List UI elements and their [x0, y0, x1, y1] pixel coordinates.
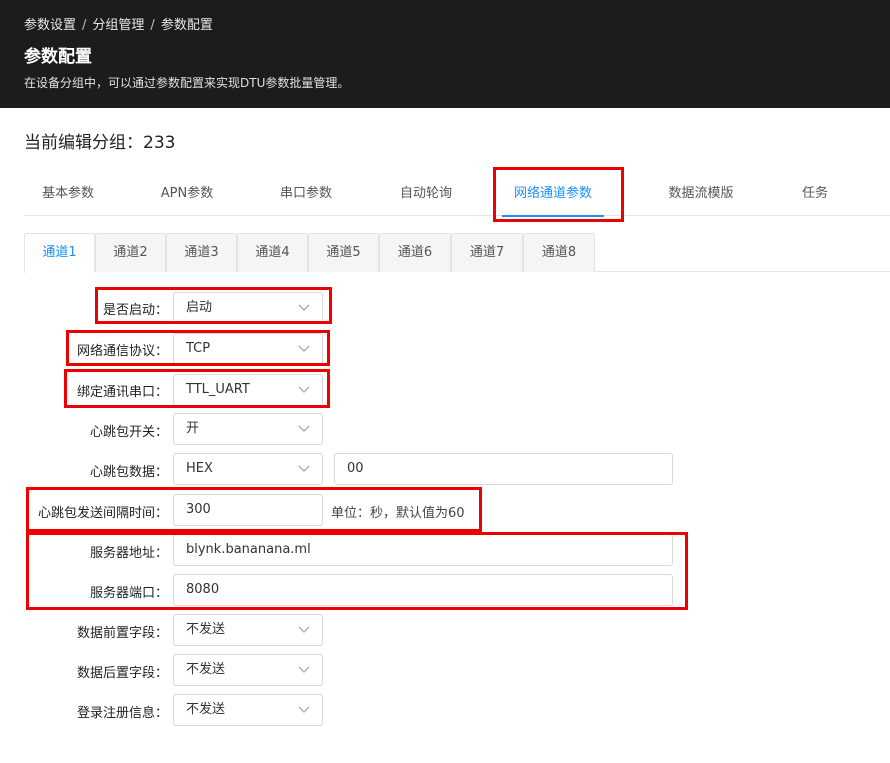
data-prefix-select[interactable]: 不发送	[173, 614, 323, 646]
breadcrumb-separator: /	[150, 18, 155, 33]
heartbeat-data-input-value: 00	[347, 461, 364, 476]
highlight-serial-row	[64, 369, 330, 408]
breadcrumb: 参数设置 / 分组管理 / 参数配置	[24, 14, 213, 33]
current-group-label: 当前编辑分组：	[24, 133, 143, 153]
tab-channel-2[interactable]: 通道2	[95, 233, 166, 272]
tab-serial-params[interactable]: 串口参数	[262, 172, 350, 216]
page-header: 参数设置 / 分组管理 / 参数配置 参数配置 在设备分组中，可以通过参数配置来实现DT…	[0, 0, 890, 108]
breadcrumb-item-settings[interactable]: 参数设置	[24, 18, 76, 33]
chevron-down-icon	[298, 666, 310, 673]
data-prefix-label: 数据前置字段：	[76, 626, 168, 641]
tab-channel-4[interactable]: 通道4	[237, 233, 308, 272]
heartbeat-data-input[interactable]: 00	[334, 453, 673, 485]
breadcrumb-separator: /	[82, 18, 87, 33]
highlight-network-tab	[493, 167, 624, 222]
tab-tasks[interactable]: 任务	[784, 172, 846, 216]
breadcrumb-item-groups[interactable]: 分组管理	[92, 18, 144, 33]
tab-channel-1[interactable]: 通道1	[24, 233, 95, 273]
current-group-value: 233	[143, 133, 176, 153]
login-info-select[interactable]: 不发送	[173, 694, 323, 726]
tab-datastream-template[interactable]: 数据流模版	[651, 172, 751, 216]
heartbeat-data-label: 心跳包数据：	[89, 465, 168, 480]
data-prefix-select-value: 不发送	[186, 622, 226, 637]
tab-apn-params[interactable]: APN参数	[144, 172, 230, 216]
main-tabs: 基本参数 APN参数 串口参数 自动轮询 网络通道参数 数据流模版 任务	[24, 172, 890, 217]
tab-channel-6[interactable]: 通道6	[379, 233, 451, 272]
current-group-title: 当前编辑分组：233	[24, 128, 175, 153]
tab-basic-params[interactable]: 基本参数	[24, 172, 112, 216]
highlight-interval-row	[26, 487, 482, 532]
chevron-down-icon	[298, 425, 310, 432]
heartbeat-switch-select-value: 开	[186, 421, 200, 436]
tab-channel-3[interactable]: 通道3	[166, 233, 237, 272]
tab-auto-polling[interactable]: 自动轮询	[382, 172, 470, 216]
chevron-down-icon	[298, 626, 310, 633]
highlight-protocol-row	[66, 330, 330, 366]
breadcrumb-item-current: 参数配置	[160, 18, 213, 33]
channel-tabs: 通道1 通道2 通道3 通道4 通道5 通道6 通道7 通道8	[24, 233, 890, 273]
page-description: 在设备分组中，可以通过参数配置来实现DTU参数批量管理。	[24, 76, 350, 90]
chevron-down-icon	[298, 465, 310, 472]
chevron-down-icon	[298, 706, 310, 713]
heartbeat-switch-select[interactable]: 开	[173, 413, 323, 445]
data-suffix-select[interactable]: 不发送	[173, 654, 323, 686]
data-suffix-select-value: 不发送	[186, 662, 226, 677]
highlight-enabled-row	[95, 287, 332, 324]
heartbeat-format-select[interactable]: HEX	[173, 453, 323, 485]
tab-channel-8[interactable]: 通道8	[523, 233, 595, 272]
tab-channel-5[interactable]: 通道5	[308, 233, 379, 272]
tab-channel-7[interactable]: 通道7	[451, 233, 523, 272]
login-info-select-value: 不发送	[186, 702, 226, 717]
data-suffix-label: 数据后置字段：	[76, 666, 168, 681]
heartbeat-switch-label: 心跳包开关：	[89, 425, 168, 440]
heartbeat-format-select-value: HEX	[186, 461, 213, 476]
login-info-label: 登录注册信息：	[76, 706, 168, 721]
highlight-server-rows	[26, 532, 688, 610]
page-title: 参数配置	[24, 47, 92, 67]
